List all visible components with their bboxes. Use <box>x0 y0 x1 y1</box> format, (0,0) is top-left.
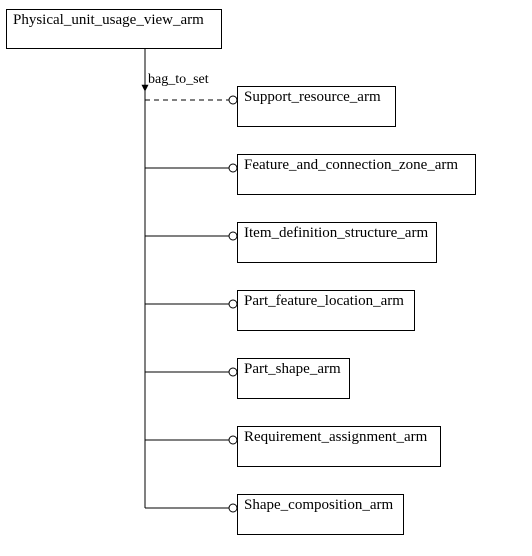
child-box-support-resource-arm: Support_resource_arm <box>237 86 396 127</box>
child-box-item-definition-structure-arm: Item_definition_structure_arm <box>237 222 437 263</box>
child-box-feature-and-connection-zone-arm: Feature_and_connection_zone_arm <box>237 154 476 195</box>
child-box-part-feature-location-arm: Part_feature_location_arm <box>237 290 415 331</box>
child-label: Part_feature_location_arm <box>238 291 414 312</box>
child-box-requirement-assignment-arm: Requirement_assignment_arm <box>237 426 441 467</box>
child-label: Feature_and_connection_zone_arm <box>238 155 475 176</box>
child-label: Shape_composition_arm <box>238 495 403 516</box>
child-label: Requirement_assignment_arm <box>238 427 440 448</box>
child-label: Support_resource_arm <box>238 87 395 108</box>
child-box-part-shape-arm: Part_shape_arm <box>237 358 350 399</box>
connectors <box>0 0 532 556</box>
child-label: Part_shape_arm <box>238 359 349 380</box>
diagram-canvas: Physical_unit_usage_view_arm bag_to_set <box>0 0 532 556</box>
child-box-shape-composition-arm: Shape_composition_arm <box>237 494 404 535</box>
child-label: Item_definition_structure_arm <box>238 223 436 244</box>
